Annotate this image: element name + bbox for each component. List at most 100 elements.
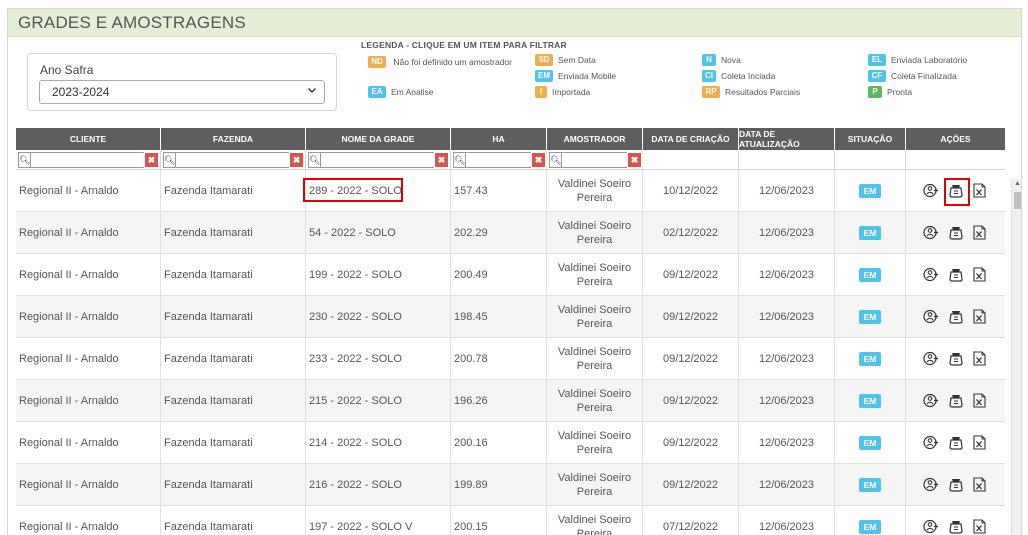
table-row[interactable]: Regional II - Arnaldo Fazenda Itamarati 21…: [16, 380, 1005, 422]
cell-text: 196.26: [454, 394, 488, 407]
scroll-thumb[interactable]: [1014, 192, 1021, 209]
column-header[interactable]: DATA DE CRIAÇÃO: [643, 128, 739, 150]
legend-item-nd[interactable]: ND Não foi definido um amostrador: [368, 54, 528, 70]
sample-bag-icon[interactable]: [947, 308, 965, 326]
legend-item-i[interactable]: I Importada: [535, 86, 590, 98]
clear-filter-button[interactable]: ✖: [532, 153, 545, 167]
cell-amostrador: Valdinei Soeiro Pereira: [547, 212, 643, 253]
clear-filter-button[interactable]: ✖: [628, 153, 641, 167]
safra-value: 2023-2024: [52, 85, 110, 99]
filter-cliente[interactable]: 🔍︎: [18, 152, 151, 168]
column-header[interactable]: FAZENDA: [161, 128, 306, 150]
table-row[interactable]: Regional II - Arnaldo Fazenda Itamarati 23…: [16, 296, 1005, 338]
safra-select[interactable]: 2023-2024: [39, 80, 325, 104]
table-row[interactable]: Regional II - Arnaldo Fazenda Itamarati 54…: [16, 212, 1005, 254]
add-user-icon[interactable]: [923, 182, 941, 200]
sample-bag-icon[interactable]: [947, 350, 965, 368]
status-badge[interactable]: EM: [858, 183, 882, 198]
legend-item-n[interactable]: N Nova: [702, 54, 741, 66]
search-icon: 🔍︎: [550, 154, 562, 165]
excel-export-icon[interactable]: [971, 350, 989, 368]
table-row[interactable]: Regional II - Arnaldo Fazenda Itamarati 28…: [16, 170, 1005, 212]
table-row[interactable]: Regional II - Arnaldo Fazenda Itamarati 19…: [16, 506, 1005, 535]
sample-bag-icon[interactable]: [947, 224, 965, 242]
legend-item-el[interactable]: EL Enviada Laboratório: [868, 54, 967, 66]
column-header[interactable]: DATA DE ATUALIZAÇÃO: [739, 128, 835, 150]
status-badge[interactable]: EM: [858, 435, 882, 450]
add-user-icon[interactable]: [923, 350, 941, 368]
filter-amostrador[interactable]: 🔍︎: [549, 152, 682, 168]
cell-text: 12/06/2023: [758, 436, 815, 449]
excel-export-icon[interactable]: [971, 518, 989, 535]
column-header[interactable]: NOME DA GRADE: [306, 128, 451, 150]
legend-item-ea[interactable]: EA Em Analise: [368, 86, 434, 98]
add-user-icon[interactable]: [923, 434, 941, 452]
column-header[interactable]: AMOSTRADOR: [547, 128, 643, 150]
status-badge[interactable]: EM: [858, 351, 882, 366]
excel-export-icon[interactable]: [971, 392, 989, 410]
filter-input[interactable]: [320, 153, 441, 167]
excel-export-icon[interactable]: [971, 224, 989, 242]
excel-export-icon[interactable]: [971, 476, 989, 494]
status-badge[interactable]: EM: [858, 225, 882, 240]
column-header[interactable]: HA: [451, 128, 547, 150]
column-header[interactable]: CLIENTE: [16, 128, 161, 150]
filter-ha[interactable]: 🔍︎: [453, 152, 586, 168]
cell-ha: 199.89: [451, 464, 547, 505]
legend-item-sd[interactable]: SD Sem Data: [535, 54, 596, 66]
excel-export-icon[interactable]: [971, 434, 989, 452]
legend-item-ci[interactable]: CI Coleta Inciada: [702, 70, 775, 82]
cell-text: 200.15: [454, 520, 488, 533]
filter-cell: 🔍︎ ✖: [306, 150, 451, 170]
filter-input[interactable]: [175, 153, 296, 167]
filter-nome-grade[interactable]: 🔍︎: [308, 152, 441, 168]
sample-bag-icon[interactable]: [947, 518, 965, 535]
legend-item-cf[interactable]: CF Coleta Finalizada: [868, 70, 957, 82]
cell-atualizacao: 12/06/2023: [739, 170, 835, 211]
sample-bag-icon[interactable]: [947, 434, 965, 452]
status-badge[interactable]: EM: [858, 519, 882, 534]
clear-filter-button[interactable]: ✖: [435, 153, 448, 167]
legend-label: Enviada Mobile: [558, 71, 617, 81]
add-user-icon[interactable]: [923, 518, 941, 535]
filter-fazenda[interactable]: 🔍︎: [163, 152, 296, 168]
legend-item-em[interactable]: EM Enviada Mobile: [535, 70, 616, 82]
scroll-up-icon[interactable]: ▲: [1014, 180, 1021, 187]
legend: LEGENDA - CLIQUE EM UM ITEM PARA FILTRAR…: [360, 40, 1000, 106]
add-user-icon[interactable]: [923, 308, 941, 326]
add-user-icon[interactable]: [923, 224, 941, 242]
excel-export-icon[interactable]: [971, 182, 989, 200]
sample-bag-icon[interactable]: [947, 392, 965, 410]
cell-ha: 200.78: [451, 338, 547, 379]
excel-export-icon[interactable]: [971, 266, 989, 284]
clear-filter-button[interactable]: ✖: [290, 153, 303, 167]
vertical-scrollbar[interactable]: ▲: [1011, 179, 1021, 535]
add-user-icon[interactable]: [923, 266, 941, 284]
status-badge[interactable]: EM: [858, 393, 882, 408]
clear-filter-button[interactable]: ✖: [145, 153, 158, 167]
sample-bag-icon[interactable]: [947, 476, 965, 494]
cell-atualizacao: 12/06/2023: [739, 422, 835, 463]
cell-text: 12/06/2023: [758, 226, 815, 239]
sample-bag-icon[interactable]: [947, 266, 965, 284]
sample-bag-icon[interactable]: [943, 177, 970, 206]
table-row[interactable]: Regional II - Arnaldo Fazenda Itamarati 19…: [16, 254, 1005, 296]
column-header[interactable]: SITUAÇÃO: [835, 128, 906, 150]
legend-badge: CF: [868, 70, 886, 82]
status-badge[interactable]: EM: [858, 477, 882, 492]
filter-input[interactable]: [30, 153, 151, 167]
table-row[interactable]: Regional II - Arnaldo Fazenda Itamarati 23…: [16, 338, 1005, 380]
add-user-icon[interactable]: [923, 392, 941, 410]
cell-amostrador: Valdinei Soeiro Pereira: [547, 380, 643, 421]
add-user-icon[interactable]: [923, 476, 941, 494]
table-row[interactable]: Regional II - Arnaldo Fazenda Itamarati 21…: [16, 422, 1005, 464]
column-header: AÇÕES: [940, 134, 971, 144]
status-badge[interactable]: EM: [858, 267, 882, 282]
legend-item-rp[interactable]: RP Resultados Parciais: [702, 86, 800, 98]
status-badge[interactable]: EM: [858, 309, 882, 324]
cell-ha: 198.45: [451, 296, 547, 337]
table-row[interactable]: Regional II - Arnaldo Fazenda Itamarati 21…: [16, 464, 1005, 506]
excel-export-icon[interactable]: [971, 308, 989, 326]
cell-text: Regional II - Arnaldo: [19, 310, 119, 323]
legend-item-p[interactable]: P Pronta: [868, 86, 912, 98]
